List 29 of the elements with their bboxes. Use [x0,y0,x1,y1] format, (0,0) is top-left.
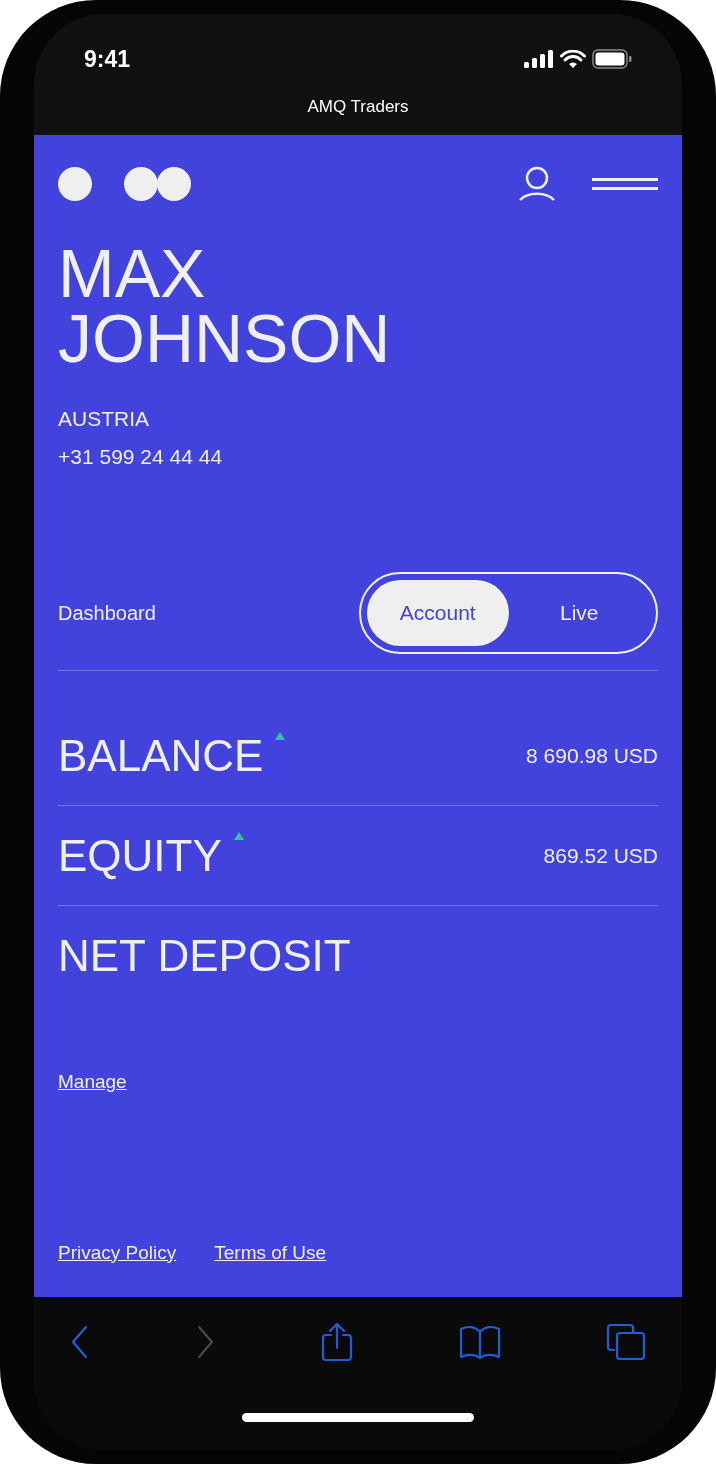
share-icon[interactable] [320,1322,354,1362]
profile-name: MAX [58,241,206,306]
logo-icon[interactable] [58,167,92,201]
profile-phone: +31 599 24 44 44 [58,443,223,470]
toggle-tab[interactable]: Live [508,580,650,646]
dashboard-label: Dashboard [58,601,156,626]
status-time: 9:41 [84,44,131,74]
tabs-icon[interactable] [606,1323,646,1361]
book-icon[interactable] [459,1324,501,1360]
manage-link[interactable]: Manage [58,1068,127,1097]
profile-country: AUSTRIA [58,406,149,432]
page-title: AMQ Traders [307,96,409,118]
logo-icon[interactable] [124,167,191,201]
metric-value: 869.52 USD [543,842,658,869]
metric-value: 8 690.98 USD [526,742,658,769]
battery-icon [592,49,632,69]
footer-link[interactable]: Privacy Policy [58,1238,177,1267]
metric-label: EQUITY [58,831,222,880]
forward-icon[interactable] [195,1325,215,1359]
metric-label: BALANCE [58,731,264,780]
profile-name: JOHNSON [58,306,391,371]
metric-label: NET DEPOSIT [58,932,351,980]
signal-icon [524,50,554,68]
user-icon[interactable] [518,166,556,202]
back-icon[interactable] [70,1325,90,1359]
footer-link[interactable]: Terms of Use [214,1238,327,1267]
menu-icon[interactable] [592,176,658,192]
wifi-icon [560,49,586,69]
toggle-tab[interactable]: Account [367,580,509,646]
